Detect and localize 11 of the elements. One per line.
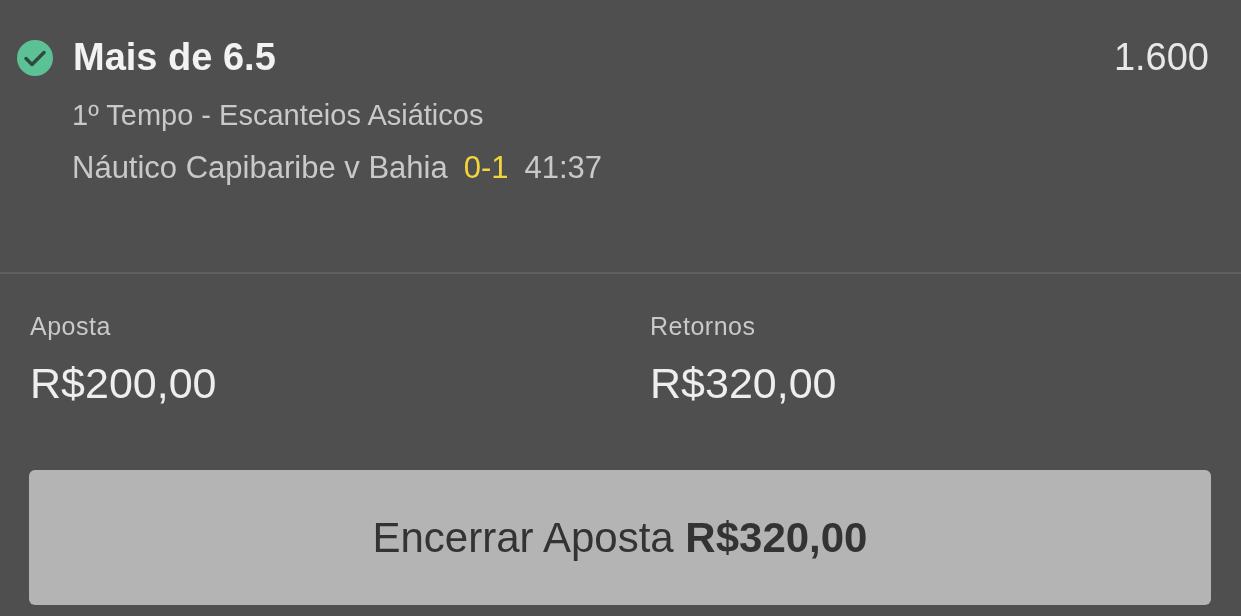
selection-title: Mais de 6.5 [73,36,277,79]
stake-label: Aposta [30,312,112,341]
cash-out-button[interactable]: Encerrar Aposta R$320,00 [29,470,1211,605]
returns-label: Retornos [650,312,757,341]
odds: 1.600 [1113,36,1209,79]
stake-value: R$200,00 [30,359,218,408]
returns-value: R$320,00 [650,359,838,408]
market-name: 1º Tempo - Escanteios Asiáticos [72,99,484,132]
score: 0-1 [463,150,509,186]
event-name: Náutico Capibaribe v Bahia [72,150,448,186]
match-clock: 41:37 [524,150,603,186]
